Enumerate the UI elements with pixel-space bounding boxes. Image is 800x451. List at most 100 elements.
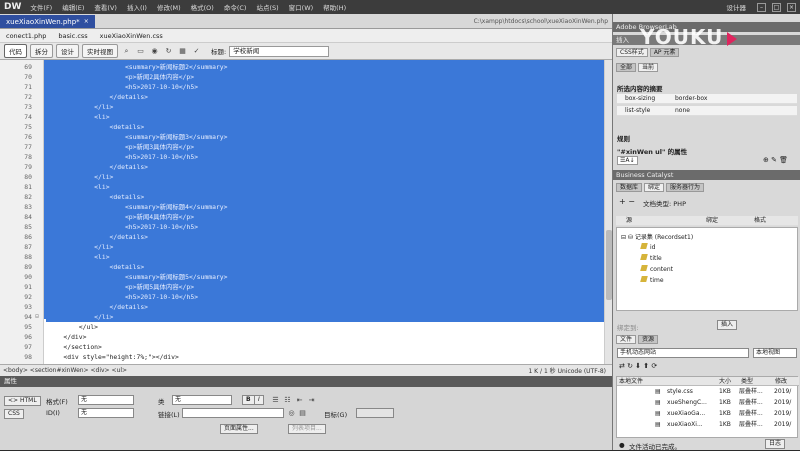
code-line[interactable]: 81 <li> (0, 182, 604, 192)
id-select[interactable]: 无 (78, 408, 134, 418)
menu-modify[interactable]: 修改(M) (152, 2, 186, 12)
properties-header[interactable]: 属性 (0, 376, 612, 387)
menu-window[interactable]: 窗口(W) (284, 2, 319, 12)
close-icon[interactable]: × (787, 2, 796, 12)
file-row[interactable]: ▤ xueXiaoGa... 1KB 层叠样... 2019/ (617, 409, 797, 419)
code-line[interactable]: 73 </li> (0, 102, 604, 112)
view-options-icon[interactable]: ☰A↓ (617, 156, 638, 165)
tab-all[interactable]: 全部 (616, 63, 637, 72)
browse-folder-icon[interactable]: ▤ (297, 408, 308, 418)
code-line[interactable]: 71 <h5>2017-10-10</h5> (0, 82, 604, 92)
tab-files[interactable]: 文件 (616, 335, 637, 344)
file-row[interactable]: ▤ style.css 1KB 层叠样... 2019/ (617, 387, 797, 397)
code-line[interactable]: 78 <h5>2017-10-10</h5> (0, 152, 604, 162)
tab-databases[interactable]: 数据库 (616, 183, 643, 192)
field-node[interactable]: title (640, 254, 662, 262)
outdent-icon[interactable]: ⇤ (294, 395, 305, 405)
page-properties-button[interactable]: 页面属性... (220, 424, 258, 434)
related-file[interactable]: xueXiaoXinWen.css (100, 32, 163, 40)
code-line[interactable]: 96 </div> (0, 332, 604, 342)
business-catalyst-header[interactable]: Business Catalyst (613, 170, 800, 180)
design-view-button[interactable]: 设计 (56, 44, 79, 58)
html-mode-button[interactable]: <> HTML (4, 396, 41, 406)
code-line[interactable]: 85 <h5>2017-10-10</h5> (0, 222, 604, 232)
code-line[interactable]: 74 <li> (0, 112, 604, 122)
code-editor[interactable]: I 69 <summary>新闻标题2</summary>70 <p>新闻2具体… (0, 60, 612, 364)
code-line[interactable]: 95 </ul> (0, 322, 604, 332)
menu-format[interactable]: 格式(O) (186, 2, 219, 12)
code-line[interactable]: 94 ⊟ </li> (0, 312, 604, 322)
preview-icon[interactable]: ◉ (149, 46, 160, 56)
editor-scrollbar[interactable] (604, 60, 612, 364)
css-mode-button[interactable]: CSS (4, 409, 24, 419)
close-tab-icon[interactable]: × (84, 18, 89, 25)
column-modified[interactable]: 修改 (773, 377, 799, 386)
field-node[interactable]: id (640, 243, 655, 251)
column-size[interactable]: 大小 (717, 377, 739, 386)
code-line[interactable]: 79 </details> (0, 162, 604, 172)
code-line[interactable]: 92 <h5>2017-10-10</h5> (0, 292, 604, 302)
code-line[interactable]: 70 <p>新闻2具体内容</p> (0, 72, 604, 82)
code-line[interactable]: 84 <p>新闻4具体内容</p> (0, 212, 604, 222)
inspect-icon[interactable]: ⌕ (121, 46, 132, 56)
related-file[interactable]: basic.css (58, 32, 87, 40)
menu-insert[interactable]: 插入(I) (122, 2, 152, 12)
related-file[interactable]: conect1.php (6, 32, 46, 40)
multiscreen-icon[interactable]: ▭ (135, 46, 146, 56)
code-line[interactable]: 75 <details> (0, 122, 604, 132)
code-line[interactable]: 76 <summary>新闻标题3</summary> (0, 132, 604, 142)
menu-site[interactable]: 站点(S) (251, 2, 283, 12)
code-line[interactable]: 80 </li> (0, 172, 604, 182)
ordered-list-icon[interactable]: ☷ (282, 395, 293, 405)
site-select[interactable]: 手机动态网站 (617, 348, 749, 358)
tab-css-styles[interactable]: CSS样式 (616, 48, 648, 57)
menu-help[interactable]: 帮助(H) (318, 2, 351, 12)
workspace-switcher[interactable]: 设计器 (722, 2, 752, 12)
code-line[interactable]: 87 </li> (0, 242, 604, 252)
files-toolbar-icons[interactable]: ⇄ ↻ ⬇ ⬆ ⟳ (619, 362, 657, 370)
format-select[interactable]: 无 (78, 395, 134, 405)
column-type[interactable]: 类型 (739, 377, 773, 386)
fold-marker-icon[interactable]: ⊟ (34, 312, 40, 322)
code-line[interactable]: 83 <summary>新闻标题4</summary> (0, 202, 604, 212)
code-line[interactable]: 98 <div style="height:7%;"></div> (0, 352, 604, 362)
code-line[interactable]: 97 </section> (0, 342, 604, 352)
file-row[interactable]: ▤ xueXiaoXi... 1KB 层叠样... 2019/ (617, 420, 797, 430)
css-property-row[interactable]: list-style none (617, 106, 797, 116)
tab-ap-elements[interactable]: AP 元素 (649, 48, 680, 57)
log-button[interactable]: 日志 (765, 439, 786, 449)
tab-assets[interactable]: 资源 (638, 335, 659, 344)
refresh-icon[interactable]: ↻ (163, 46, 174, 56)
tab-server-behaviors[interactable]: 服务器行为 (666, 183, 705, 192)
italic-button[interactable]: I (254, 395, 264, 405)
menu-edit[interactable]: 编辑(E) (57, 2, 89, 12)
menu-file[interactable]: 文件(F) (25, 2, 57, 12)
check-icon[interactable]: ✓ (191, 46, 202, 56)
add-binding-icon[interactable]: + − (619, 197, 635, 206)
title-input[interactable]: 学校新闻 (229, 45, 330, 57)
insert-binding-button[interactable]: 插入 (717, 320, 738, 330)
code-view-button[interactable]: 代码 (4, 44, 27, 58)
unordered-list-icon[interactable]: ☰ (270, 395, 281, 405)
document-tab[interactable]: xueXiaoXinWen.php* × (0, 15, 95, 28)
tab-bindings[interactable]: 绑定 (644, 183, 665, 192)
css-panel-actions-icon[interactable]: ⊕ ✎ 🗑 (763, 156, 788, 164)
bindings-tree[interactable]: ⊟ ⛁ 记录集 (Recordset1) id title content ti… (616, 227, 798, 311)
maximize-icon[interactable]: □ (772, 2, 781, 12)
code-line[interactable]: 91 <p>新闻5具体内容</p> (0, 282, 604, 292)
code-line[interactable]: 77 <p>新闻3具体内容</p> (0, 142, 604, 152)
split-view-button[interactable]: 拆分 (30, 44, 53, 58)
code-line[interactable]: 93 </details> (0, 302, 604, 312)
target-select[interactable] (356, 408, 394, 418)
menu-commands[interactable]: 命令(C) (219, 2, 252, 12)
field-node[interactable]: time (640, 276, 664, 284)
view-select[interactable]: 本地视图 (753, 348, 797, 358)
bold-button[interactable]: B (242, 395, 255, 405)
point-to-file-icon[interactable]: ◎ (286, 408, 297, 418)
minimize-icon[interactable]: – (757, 2, 766, 12)
code-line[interactable]: 86 </details> (0, 232, 604, 242)
column-local-files[interactable]: 本地文件 (617, 377, 717, 386)
field-node[interactable]: content (640, 265, 673, 273)
tab-current[interactable]: 当前 (638, 63, 659, 72)
recordset-node[interactable]: ⊟ ⛁ 记录集 (Recordset1) (621, 232, 693, 241)
